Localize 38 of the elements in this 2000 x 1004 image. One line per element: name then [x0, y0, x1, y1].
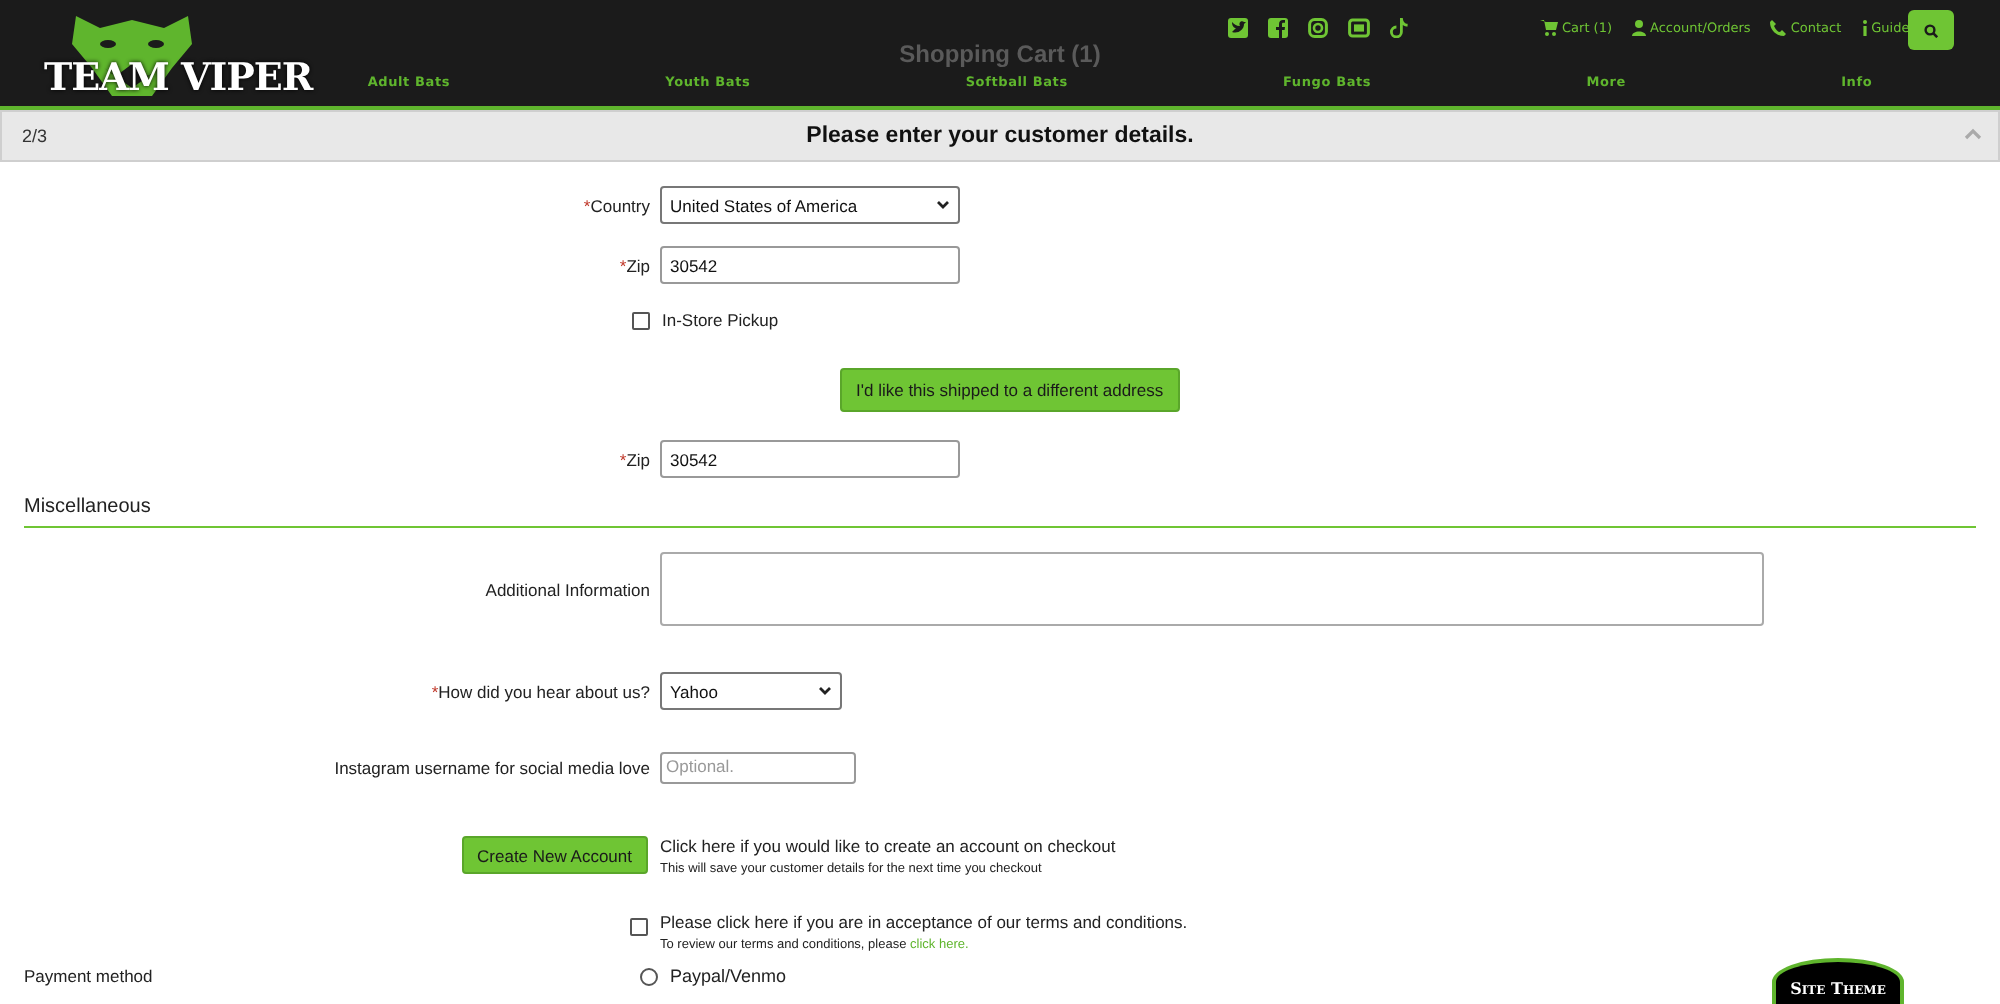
info-icon	[1861, 20, 1868, 36]
section-heading: Miscellaneous	[24, 496, 1976, 528]
checkbox-label: In-Store Pickup	[662, 310, 779, 330]
field-label: *How did you hear about us?	[431, 681, 650, 701]
checkbox[interactable]	[630, 918, 648, 936]
tiktok-icon[interactable]	[1390, 18, 1408, 38]
account-text: Click here if you would like to create an account on checkout	[660, 836, 1116, 856]
search-icon	[1924, 23, 1938, 37]
step-counter: 2/3	[22, 126, 48, 146]
facebook-icon[interactable]	[1268, 18, 1288, 38]
terms-text: Please click here if you are in acceptance of our terms and conditions.	[660, 912, 1188, 932]
different-address-button[interactable]: I'd like this shipped to a different address	[840, 368, 1180, 412]
field-label: *Zip	[619, 255, 650, 275]
select-field[interactable]: Yahoo	[660, 672, 842, 710]
field-label: *Zip	[619, 449, 650, 469]
page-title: Shopping Cart (1)	[899, 40, 1101, 68]
field-label: Instagram username for social media love	[334, 758, 650, 778]
cart-icon	[1540, 20, 1558, 36]
user-icon	[1632, 20, 1647, 36]
payment-label: Payment method	[24, 966, 153, 986]
field-label: Additional Information	[485, 579, 650, 599]
field-label: *Country	[583, 195, 650, 215]
video-icon[interactable]	[1348, 18, 1370, 38]
input-field[interactable]: 30542	[660, 440, 960, 478]
input-field[interactable]: 30542	[660, 246, 960, 284]
search-button[interactable]	[1908, 10, 1954, 50]
instagram-icon[interactable]	[1308, 18, 1328, 38]
phone-icon	[1770, 20, 1787, 36]
dropdown-caret-icon	[936, 200, 950, 210]
radio-label: Paypal/Venmo	[670, 966, 787, 986]
select-field[interactable]: United States of America	[660, 186, 960, 224]
twitter-icon[interactable]	[1228, 18, 1248, 38]
checkbox[interactable]	[632, 311, 650, 329]
step-title: Please enter your customer details.	[806, 124, 1194, 148]
dropdown-caret-icon	[818, 686, 832, 696]
radio-button[interactable]	[640, 967, 658, 985]
create-account-button[interactable]: Create New Account	[461, 836, 648, 874]
textarea-field[interactable]	[660, 552, 1764, 626]
